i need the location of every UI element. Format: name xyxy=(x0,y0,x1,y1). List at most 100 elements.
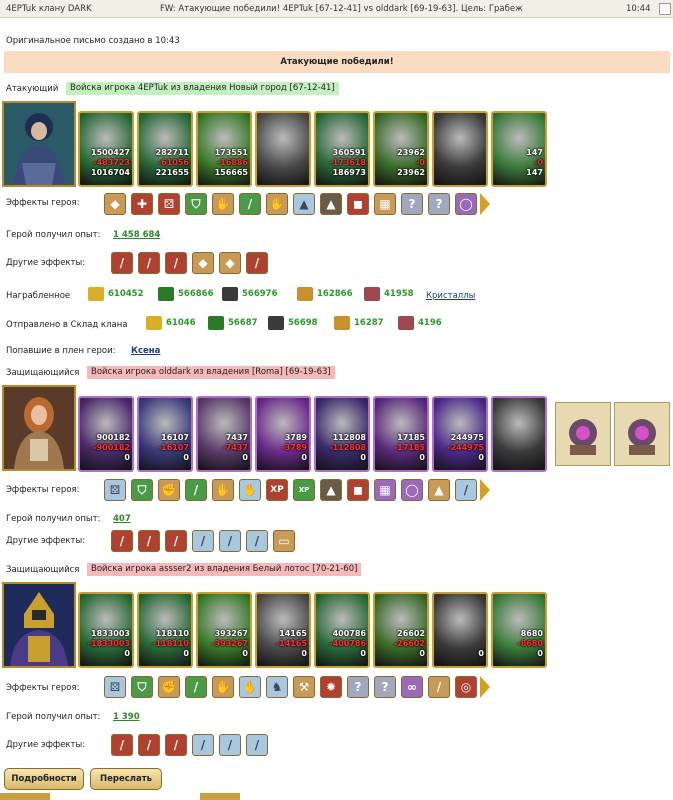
sword-icon[interactable]: / xyxy=(138,530,160,552)
xp-icon[interactable]: XP xyxy=(266,479,288,501)
handshake-icon[interactable]: ✋ xyxy=(212,676,234,698)
scroll-right-icon[interactable] xyxy=(480,676,490,698)
unit-card[interactable]: 23962 -0 23962 xyxy=(373,111,429,187)
unit-card[interactable]: 16107 -16107 0 xyxy=(137,396,193,472)
unit-card[interactable] xyxy=(255,111,311,187)
unit-card[interactable]: 112808 -112808 0 xyxy=(314,396,370,472)
sword-icon[interactable]: / xyxy=(192,530,214,552)
dice-icon[interactable]: ⚄ xyxy=(104,676,126,698)
unit-card[interactable]: 900182 -900182 0 xyxy=(78,396,134,472)
boot-icon[interactable]: ▲ xyxy=(293,193,315,215)
staff-icon[interactable]: / xyxy=(428,676,450,698)
unit-card[interactable]: 400786 -400786 0 xyxy=(314,592,370,668)
effect-icon[interactable]: ◆ xyxy=(192,252,214,274)
effect-icon[interactable]: ✊ xyxy=(158,676,180,698)
defender2-hero-portrait[interactable] xyxy=(2,582,76,668)
shield-icon[interactable]: ⛉ xyxy=(185,193,207,215)
ring-icon[interactable]: ◯ xyxy=(455,193,477,215)
defender1-other-effects-label: Другие эффекты: xyxy=(6,536,86,546)
hand-icon[interactable]: ✋ xyxy=(239,479,261,501)
effect-icon[interactable]: ⚄ xyxy=(158,193,180,215)
unit-card[interactable]: 147 -0 147 xyxy=(491,111,547,187)
unit-card[interactable]: 393267 -393267 0 xyxy=(196,592,252,668)
unit-remaining: 0 xyxy=(124,649,130,658)
question-icon[interactable]: ? xyxy=(401,193,423,215)
unit-card[interactable] xyxy=(491,396,547,472)
unit-card[interactable]: 14165 -14165 0 xyxy=(255,592,311,668)
effect-icon[interactable]: ◼ xyxy=(347,193,369,215)
forward-button[interactable]: Переслать xyxy=(90,768,162,790)
armor-icon[interactable]: ▦ xyxy=(374,479,396,501)
sword-icon[interactable]: / xyxy=(138,252,160,274)
handshake-icon[interactable]: ✋ xyxy=(266,193,288,215)
attacker-hero-portrait[interactable] xyxy=(2,101,76,187)
tent-icon[interactable]: ▲ xyxy=(428,479,450,501)
helmet-icon[interactable]: ▲ xyxy=(320,193,342,215)
siege-unit-card[interactable] xyxy=(614,402,670,466)
sword-icon[interactable]: / xyxy=(455,479,477,501)
sword-icon[interactable]: / xyxy=(246,734,268,756)
sword-icon[interactable]: / xyxy=(185,676,207,698)
sword-icon[interactable]: / xyxy=(165,252,187,274)
sword-icon[interactable]: / xyxy=(239,193,261,215)
effect-icon[interactable]: ✊ xyxy=(158,479,180,501)
sword-icon[interactable]: / xyxy=(185,479,207,501)
sword-icon[interactable]: / xyxy=(219,530,241,552)
unit-card[interactable]: 360591 -173618 186973 xyxy=(314,111,370,187)
unit-card[interactable]: 3789 -3789 0 xyxy=(255,396,311,472)
unit-card[interactable]: 0 xyxy=(432,592,488,668)
effect-icon[interactable]: ◼ xyxy=(347,479,369,501)
unit-card[interactable]: 118110 -118110 0 xyxy=(137,592,193,668)
scroll-right-icon[interactable] xyxy=(480,193,490,215)
helmet-icon[interactable]: ▲ xyxy=(320,479,342,501)
defender1-hero-portrait[interactable] xyxy=(2,385,76,471)
sword-icon[interactable]: / xyxy=(192,734,214,756)
hand-icon[interactable]: ✋ xyxy=(239,676,261,698)
sword-icon[interactable]: / xyxy=(246,530,268,552)
crystals-link[interactable]: Кристаллы xyxy=(426,291,475,301)
effect-icon[interactable]: ◆ xyxy=(219,252,241,274)
unit-card[interactable]: 17185 -17185 0 xyxy=(373,396,429,472)
effect-icon[interactable]: ◆ xyxy=(104,193,126,215)
shield-icon[interactable]: ⛉ xyxy=(131,676,153,698)
select-checkbox[interactable] xyxy=(659,3,671,15)
ring-icon[interactable]: ◯ xyxy=(401,479,423,501)
unit-card[interactable]: 1833003 -1833003 0 xyxy=(78,592,134,668)
sword-icon[interactable]: / xyxy=(165,734,187,756)
sword-icon[interactable]: / xyxy=(138,734,160,756)
scroll-right-icon[interactable] xyxy=(480,479,490,501)
sword-icon[interactable]: / xyxy=(246,252,268,274)
handshake-icon[interactable]: ✋ xyxy=(212,193,234,215)
crest-icon[interactable]: ✹ xyxy=(320,676,342,698)
chain-icon[interactable]: ∞ xyxy=(401,676,423,698)
sword-icon[interactable]: / xyxy=(165,530,187,552)
question-icon[interactable]: ? xyxy=(428,193,450,215)
scroll-icon[interactable]: ▭ xyxy=(273,530,295,552)
unit-card[interactable]: 244975 -244975 0 xyxy=(432,396,488,472)
question-icon[interactable]: ? xyxy=(347,676,369,698)
question-icon[interactable]: ? xyxy=(374,676,396,698)
unit-card[interactable]: 7437 -7437 0 xyxy=(196,396,252,472)
dice-icon[interactable]: ⚄ xyxy=(104,479,126,501)
knight-icon[interactable]: ♞ xyxy=(266,676,288,698)
shield-icon[interactable]: ⛉ xyxy=(131,479,153,501)
details-button[interactable]: Подробности xyxy=(4,768,84,790)
unit-card[interactable]: 26602 -26602 0 xyxy=(373,592,429,668)
pickaxe-icon[interactable]: ⚒ xyxy=(293,676,315,698)
sword-icon[interactable]: / xyxy=(219,734,241,756)
captured-hero-link[interactable]: Ксена xyxy=(131,346,160,356)
armor-icon[interactable]: ▦ xyxy=(374,193,396,215)
siege-unit-card[interactable] xyxy=(555,402,611,466)
sword-icon[interactable]: / xyxy=(111,734,133,756)
unit-card[interactable] xyxy=(432,111,488,187)
unit-card[interactable]: 173551 -16886 156665 xyxy=(196,111,252,187)
unit-card[interactable]: 282711 -61056 221655 xyxy=(137,111,193,187)
unit-card[interactable]: 8680 -8680 0 xyxy=(491,592,547,668)
ring-icon[interactable]: ◎ xyxy=(455,676,477,698)
sword-icon[interactable]: / xyxy=(111,252,133,274)
handshake-icon[interactable]: ✋ xyxy=(212,479,234,501)
xp-boost-icon[interactable]: XP xyxy=(293,479,315,501)
sword-icon[interactable]: / xyxy=(111,530,133,552)
effect-icon[interactable]: ✚ xyxy=(131,193,153,215)
unit-card[interactable]: 1500427 -483723 1016704 xyxy=(78,111,134,187)
